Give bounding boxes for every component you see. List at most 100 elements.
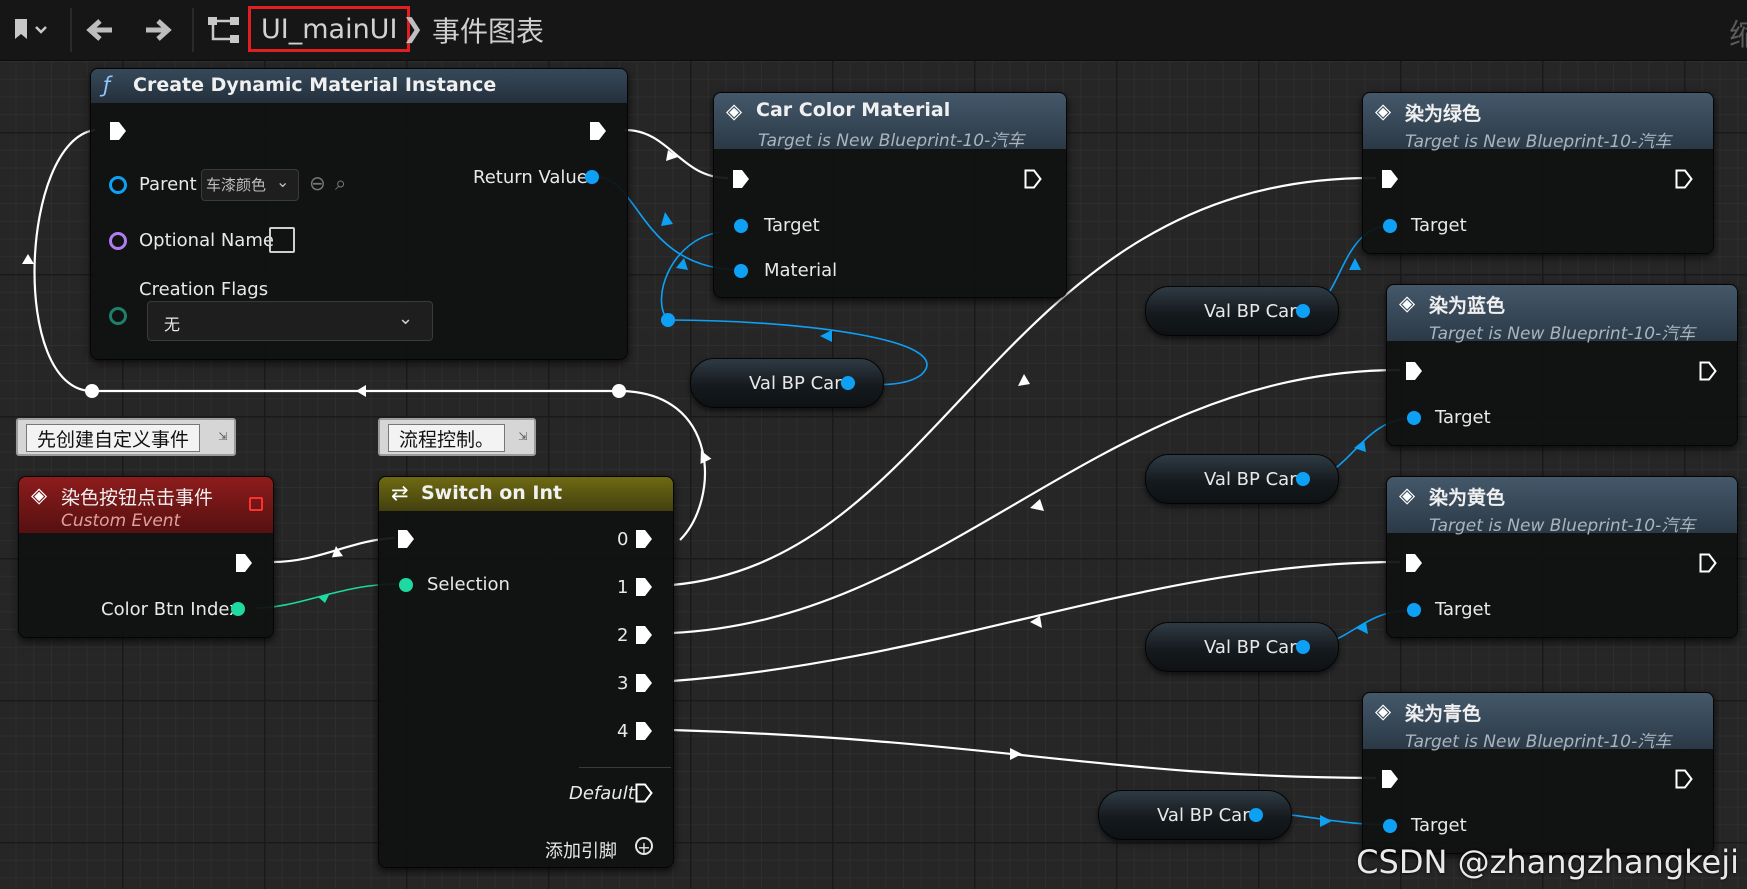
return-value-pin[interactable] xyxy=(585,170,599,184)
node-header: ◈ Car Color Material Target is New Bluep… xyxy=(714,93,1066,151)
diamond-event-icon: ◈ xyxy=(1399,291,1416,315)
add-pin-label[interactable]: 添加引脚 xyxy=(545,837,617,863)
target-label: Target xyxy=(764,215,820,236)
variable-label: Val BP Car xyxy=(749,373,842,394)
val-bp-car-getter[interactable]: Val BP Car xyxy=(1145,622,1339,672)
exec-out-pin[interactable] xyxy=(1024,169,1042,189)
target-label: Target xyxy=(1411,215,1467,236)
node-title: 染为青色 xyxy=(1405,703,1482,725)
optional-name-pin[interactable] xyxy=(109,232,127,250)
case-1-pin[interactable] xyxy=(635,577,653,597)
case-3-pin[interactable] xyxy=(635,673,653,693)
default-label: Default xyxy=(569,783,635,804)
comment-bubble[interactable]: 流程控制。 ⇲ xyxy=(378,418,536,456)
node-header: ◈ 染为青色 Target is New Blueprint-10-汽车 xyxy=(1363,693,1713,752)
color-btn-index-pin[interactable] xyxy=(231,602,245,616)
exec-out-pin[interactable] xyxy=(1699,553,1717,573)
dye-cyan-node[interactable]: ◈ 染为青色 Target is New Blueprint-10-汽车 Tar… xyxy=(1362,692,1714,854)
val-bp-car-getter[interactable]: Val BP Car xyxy=(690,358,884,408)
variable-output-pin[interactable] xyxy=(1296,640,1310,654)
exec-out-pin[interactable] xyxy=(589,121,607,141)
node-subtitle: Custom Event xyxy=(61,511,181,531)
variable-output-pin[interactable] xyxy=(1296,304,1310,318)
dye-yellow-node[interactable]: ◈ 染为黄色 Target is New Blueprint-10-汽车 Tar… xyxy=(1386,476,1738,638)
dye-green-node[interactable]: ◈ 染为绿色 Target is New Blueprint-10-汽车 Tar… xyxy=(1362,92,1714,254)
custom-event-node[interactable]: ◈ 染色按钮点击事件 Custom Event Color Btn Index xyxy=(18,476,274,638)
use-selected-icon[interactable]: ⊖ xyxy=(309,171,326,195)
optional-name-field[interactable] xyxy=(269,227,295,253)
reroute-node[interactable] xyxy=(661,313,675,327)
exec-in-pin[interactable] xyxy=(1405,361,1423,381)
exec-out-pin[interactable] xyxy=(1699,361,1717,381)
val-bp-car-getter[interactable]: Val BP Car xyxy=(1098,790,1292,840)
creation-flags-dropdown[interactable]: 无 ⌄ xyxy=(147,301,433,341)
exec-out-pin[interactable] xyxy=(235,553,253,573)
parent-asset-dropdown[interactable]: 车漆颜色 ⌄ xyxy=(201,169,299,201)
case-4-pin[interactable] xyxy=(635,721,653,741)
variable-output-pin[interactable] xyxy=(1249,808,1263,822)
default-pin[interactable] xyxy=(635,783,653,803)
exec-out-pin[interactable] xyxy=(1675,169,1693,189)
node-title: Car Color Material xyxy=(756,99,951,121)
create-dynamic-material-node[interactable]: ƒ Create Dynamic Material Instance Paren… xyxy=(90,68,628,360)
exec-in-pin[interactable] xyxy=(1381,769,1399,789)
dye-blue-node[interactable]: ◈ 染为蓝色 Target is New Blueprint-10-汽车 Tar… xyxy=(1386,284,1738,446)
variable-output-pin[interactable] xyxy=(841,376,855,390)
target-pin[interactable] xyxy=(1407,411,1421,425)
exec-in-pin[interactable] xyxy=(1405,553,1423,573)
target-label: Target xyxy=(1435,599,1491,620)
creation-flags-label: Creation Flags xyxy=(139,279,269,300)
exec-in-pin[interactable] xyxy=(1381,169,1399,189)
variable-label: Val BP Car xyxy=(1204,301,1297,322)
parent-pin[interactable] xyxy=(109,176,127,194)
car-color-material-node[interactable]: ◈ Car Color Material Target is New Bluep… xyxy=(713,92,1067,298)
node-header: ƒ Create Dynamic Material Instance xyxy=(91,69,627,103)
node-title: 染为黄色 xyxy=(1429,487,1506,509)
case-0-pin[interactable] xyxy=(635,529,653,549)
target-pin[interactable] xyxy=(1383,819,1397,833)
exec-wire xyxy=(33,128,96,393)
variable-label: Val BP Car xyxy=(1204,469,1297,490)
case-label: 0 xyxy=(617,529,629,550)
node-header: ◈ 染为绿色 Target is New Blueprint-10-汽车 xyxy=(1363,93,1713,152)
node-subtitle: Target is New Blueprint-10-汽车 xyxy=(758,131,1025,151)
node-subtitle: Target is New Blueprint-10-汽车 xyxy=(1429,516,1696,536)
val-bp-car-getter[interactable]: Val BP Car xyxy=(1145,286,1339,336)
add-pin-plus-icon[interactable]: + xyxy=(635,837,653,856)
target-pin[interactable] xyxy=(1407,603,1421,617)
reroute-node[interactable] xyxy=(85,384,99,398)
chevron-down-icon: ⌄ xyxy=(398,308,414,329)
creation-flags-value: 无 xyxy=(164,315,181,334)
node-header: ◈ 染为黄色 Target is New Blueprint-10-汽车 xyxy=(1387,477,1737,536)
case-2-pin[interactable] xyxy=(635,625,653,645)
node-subtitle: Target is New Blueprint-10-汽车 xyxy=(1405,732,1672,752)
creation-flags-pin[interactable] xyxy=(109,307,127,325)
function-icon: ƒ xyxy=(103,73,111,97)
switch-on-int-node[interactable]: ⇄ Switch on Int Selection 0 1 2 3 4 Defa… xyxy=(378,476,674,868)
pin-comment-icon[interactable]: ⇲ xyxy=(216,424,230,450)
selection-pin[interactable] xyxy=(399,578,413,592)
exec-in-pin[interactable] xyxy=(397,529,415,549)
exec-out-pin[interactable] xyxy=(1675,769,1693,789)
exec-wire xyxy=(271,536,396,564)
exec-in-pin[interactable] xyxy=(732,169,750,189)
variable-label: Val BP Car xyxy=(1204,637,1297,658)
case-label: 1 xyxy=(617,577,629,598)
variable-label: Val BP Car xyxy=(1157,805,1250,826)
reroute-node[interactable] xyxy=(612,384,626,398)
target-pin[interactable] xyxy=(1383,219,1397,233)
target-pin[interactable] xyxy=(734,219,748,233)
parent-value: 车漆颜色 xyxy=(206,176,267,194)
exec-in-pin[interactable] xyxy=(109,121,127,141)
variable-output-pin[interactable] xyxy=(1296,472,1310,486)
pin-comment-icon[interactable]: ⇲ xyxy=(516,424,530,450)
material-label: Material xyxy=(764,260,838,281)
browse-search-icon[interactable]: ⌕ xyxy=(335,171,346,195)
comment-bubble[interactable]: 先创建自定义事件 ⇲ xyxy=(16,418,236,456)
node-title: Switch on Int xyxy=(421,482,563,504)
material-pin[interactable] xyxy=(734,264,748,278)
comment-text: 流程控制。 xyxy=(388,424,506,452)
optional-name-label: Optional Name xyxy=(139,230,274,251)
diamond-event-icon: ◈ xyxy=(1375,99,1392,123)
val-bp-car-getter[interactable]: Val BP Car xyxy=(1145,454,1339,504)
